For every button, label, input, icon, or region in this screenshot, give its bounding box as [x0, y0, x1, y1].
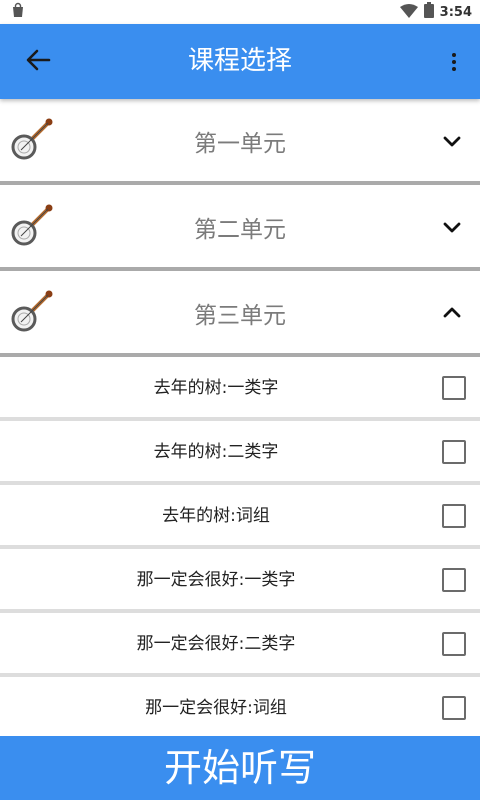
back-button[interactable] — [22, 48, 54, 76]
lesson-checkbox[interactable] — [442, 440, 466, 464]
lesson-item[interactable]: 去年的树:词组 — [0, 485, 480, 549]
unit-header-1[interactable]: 第一单元 — [0, 99, 480, 185]
lesson-item[interactable]: 去年的树:二类字 — [0, 421, 480, 485]
chevron-up-icon — [442, 303, 462, 323]
chevron-down-icon — [442, 131, 462, 151]
status-bar: 3:54 — [0, 0, 480, 24]
more-vert-icon — [452, 53, 456, 57]
lesson-checkbox[interactable] — [442, 376, 466, 400]
unit-header-2[interactable]: 第二单元 — [0, 185, 480, 271]
unit-title: 第三单元 — [194, 303, 286, 329]
arrow-left-icon — [25, 48, 51, 76]
lesson-item[interactable]: 那一定会很好:一类字 — [0, 549, 480, 613]
lesson-checkbox[interactable] — [442, 504, 466, 528]
start-dictation-button[interactable]: 开始听写 — [0, 736, 480, 800]
overflow-menu-button[interactable] — [442, 48, 466, 76]
app-bar: 课程选择 — [0, 24, 480, 99]
wifi-icon — [399, 3, 418, 22]
lesson-label: 那一定会很好:词组 — [145, 698, 287, 718]
lesson-label: 那一定会很好:二类字 — [136, 634, 296, 654]
lesson-item[interactable]: 那一定会很好:二类字 — [0, 613, 480, 677]
chevron-down-icon — [442, 217, 462, 237]
status-time: 3:54 — [439, 4, 472, 20]
page-title: 课程选择 — [187, 46, 292, 76]
lesson-item[interactable]: 去年的树:一类字 — [0, 357, 480, 421]
lesson-checkbox[interactable] — [442, 632, 466, 656]
lesson-item[interactable]: 那一定会很好:词组 — [0, 677, 480, 741]
unit-title: 第二单元 — [194, 217, 286, 243]
unit-title: 第一单元 — [194, 131, 286, 157]
lesson-label: 去年的树:词组 — [162, 506, 270, 526]
course-list: 第一单元 第二单元 第三单元 去年的树:一类字 去年的树:二类字 去年的树:词组… — [0, 99, 480, 741]
lesson-checkbox[interactable] — [442, 568, 466, 592]
lesson-label: 那一定会很好:一类字 — [136, 570, 296, 590]
lesson-label: 去年的树:一类字 — [153, 378, 279, 398]
unit-header-3[interactable]: 第三单元 — [0, 271, 480, 357]
lesson-checkbox[interactable] — [442, 696, 466, 720]
lesson-label: 去年的树:二类字 — [153, 442, 279, 462]
battery-icon — [423, 2, 434, 22]
shopping-bag-icon — [10, 2, 26, 22]
